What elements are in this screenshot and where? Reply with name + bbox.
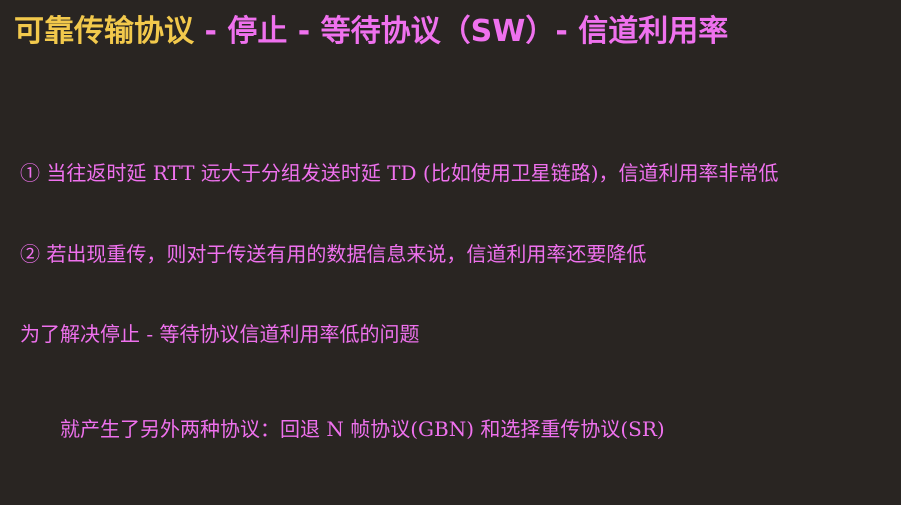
slide-title: 可靠传输协议 - 停止 - 等待协议（SW）- 信道利用率 bbox=[14, 10, 728, 54]
slide: 可靠传输协议 - 停止 - 等待协议（SW）- 信道利用率 ① 当往返时延 RT… bbox=[0, 0, 901, 505]
point-gbn-sr-protocols: 就产生了另外两种协议：回退 N 帧协议(GBN) 和选择重传协议(SR) bbox=[60, 417, 665, 441]
slide-title-topic: 可靠传输协议 bbox=[14, 14, 194, 49]
slide-title-subtopic: - 停止 - 等待协议（SW）- 信道利用率 bbox=[194, 14, 729, 49]
point-retransmission: ② 若出现重传，则对于传送有用的数据信息来说，信道利用率还要降低 bbox=[20, 242, 647, 266]
point-rtt-utilization: ① 当往返时延 RTT 远大于分组发送时延 TD (比如使用卫星链路)，信道利用… bbox=[20, 161, 779, 185]
point-problem-statement: 为了解决停止 - 等待协议信道利用率低的问题 bbox=[20, 322, 420, 346]
